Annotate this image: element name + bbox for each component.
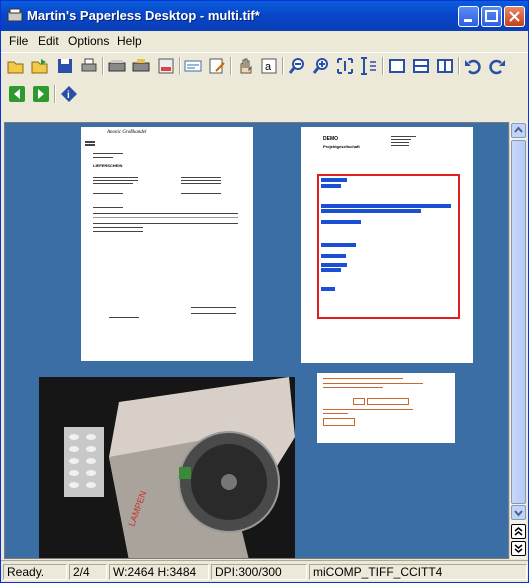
fit-height-icon[interactable] xyxy=(360,57,378,75)
page-thumbnail-1[interactable]: Anonic Großhandel LIEFERSCHEIN xyxy=(81,127,253,361)
form-icon[interactable] xyxy=(184,57,202,75)
toolbar-separator xyxy=(102,57,104,75)
forward-icon[interactable] xyxy=(32,85,50,103)
open-folder-icon[interactable] xyxy=(7,57,25,75)
status-state: Ready. xyxy=(3,564,67,580)
zoom-out-icon[interactable] xyxy=(288,57,306,75)
toolbar-separator xyxy=(54,85,56,103)
menu-bar: File Edit Options Help xyxy=(1,31,528,50)
status-dpi: DPI:300/300 xyxy=(211,564,307,580)
page-thumbnail-4[interactable] xyxy=(317,373,455,443)
status-compression: miCOMP_TIFF_CCITT4 xyxy=(309,564,527,580)
toolbar-separator xyxy=(282,57,284,75)
app-window: Martin's Paperless Desktop - multi.tif* … xyxy=(0,0,529,583)
zoom-in-icon[interactable] xyxy=(312,57,330,75)
double-chevron-down-icon xyxy=(514,544,523,553)
back-icon[interactable] xyxy=(8,85,26,103)
scroll-down-button[interactable] xyxy=(511,505,526,520)
open-icon[interactable] xyxy=(31,57,49,75)
double-chevron-up-icon xyxy=(514,527,523,536)
scan-multi-icon[interactable] xyxy=(132,57,150,75)
minimize-button[interactable] xyxy=(458,6,479,27)
split-horizontal-icon[interactable] xyxy=(412,57,430,75)
status-page: 2/4 xyxy=(69,564,107,580)
status-bar: Ready. 2/4 W:2464 H:3484 DPI:300/300 miC… xyxy=(1,560,528,582)
vertical-scrollbar[interactable] xyxy=(509,122,526,559)
window-title: Martin's Paperless Desktop - multi.tif* xyxy=(27,8,260,23)
close-button[interactable] xyxy=(504,6,525,27)
doc-heading: Anonic Großhandel xyxy=(107,130,147,135)
toolbar-separator xyxy=(382,57,384,75)
page-thumbnail-3[interactable]: LAMPEN xyxy=(39,377,295,558)
edit-icon[interactable] xyxy=(208,57,226,75)
page-up-button[interactable] xyxy=(511,524,526,539)
title-bar[interactable]: Martin's Paperless Desktop - multi.tif* xyxy=(1,1,528,31)
toolbar-separator xyxy=(230,57,232,75)
menu-help[interactable]: Help xyxy=(117,34,142,48)
print-icon[interactable] xyxy=(80,57,98,75)
toolbar-separator xyxy=(179,57,181,75)
single-page-icon[interactable] xyxy=(388,57,406,75)
maximize-button[interactable] xyxy=(481,6,502,27)
maximize-icon xyxy=(485,10,498,22)
scan-icon[interactable] xyxy=(108,57,126,75)
fax-icon[interactable] xyxy=(157,57,175,75)
split-vertical-icon[interactable] xyxy=(436,57,454,75)
document-viewer[interactable]: Anonic Großhandel LIEFERSCHEIN DEMO Proj… xyxy=(4,122,509,559)
info-icon[interactable]: i xyxy=(60,85,78,103)
menu-edit[interactable]: Edit xyxy=(38,34,59,48)
toolbar-separator xyxy=(458,57,460,75)
menu-file[interactable]: File xyxy=(9,34,28,48)
status-dimensions: W:2464 H:3484 xyxy=(109,564,209,580)
chevron-down-icon xyxy=(514,510,523,517)
doc-heading: DEMO xyxy=(323,136,338,142)
doc-subheading: Projektgesellschaft xyxy=(323,144,360,149)
chevron-up-icon xyxy=(514,126,523,133)
redo-icon[interactable] xyxy=(488,57,506,75)
minimize-icon xyxy=(464,19,472,22)
page-down-button[interactable] xyxy=(511,541,526,556)
hand-icon[interactable] xyxy=(236,57,254,75)
close-icon xyxy=(509,11,520,22)
main-toolbar: a xyxy=(1,52,528,79)
navigation-toolbar: i xyxy=(1,81,528,107)
fit-width-icon[interactable] xyxy=(336,57,354,75)
svg-text:i: i xyxy=(67,90,70,101)
scroll-up-button[interactable] xyxy=(511,123,526,138)
svg-text:a: a xyxy=(265,61,272,73)
undo-icon[interactable] xyxy=(464,57,482,75)
doc-label: LIEFERSCHEIN xyxy=(93,163,123,168)
photo-image: LAMPEN xyxy=(39,377,295,558)
menu-options[interactable]: Options xyxy=(68,34,109,48)
save-icon[interactable] xyxy=(56,57,74,75)
app-icon xyxy=(7,8,23,22)
scroll-thumb[interactable] xyxy=(511,140,526,504)
page-thumbnail-2[interactable]: DEMO Projektgesellschaft xyxy=(301,127,473,363)
text-select-icon[interactable]: a xyxy=(260,57,278,75)
